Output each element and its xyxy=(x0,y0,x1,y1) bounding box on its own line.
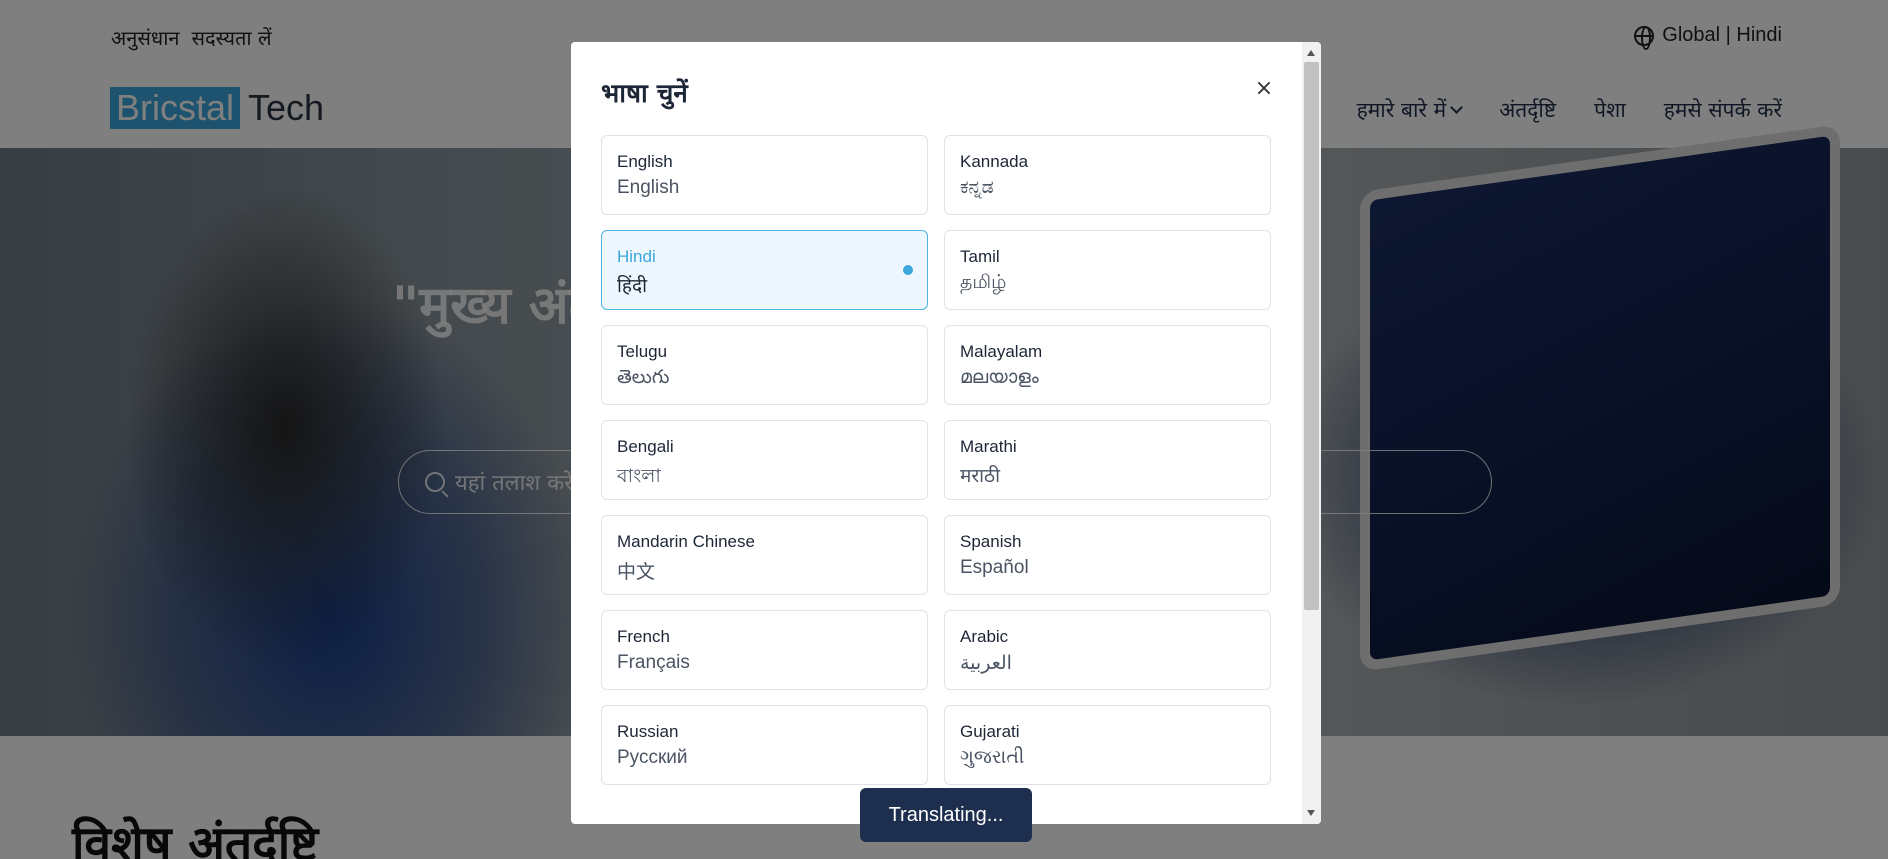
language-native-name: தமிழ் xyxy=(960,272,1007,293)
language-native-name: Français xyxy=(617,652,690,673)
language-grid: English English Kannada ಕನ್ನಡ Hindi हिंदी Tami… xyxy=(601,135,1272,785)
language-option-malayalam[interactable]: Malayalam മലയാളം xyxy=(944,325,1271,405)
language-option-english[interactable]: English English xyxy=(601,135,928,215)
selected-indicator-icon xyxy=(903,265,913,275)
language-native-name: ಕನ್ನಡ xyxy=(960,177,994,198)
language-option-bengali[interactable]: Bengali বাংলা xyxy=(601,420,928,500)
language-option-arabic[interactable]: Arabic العربية xyxy=(944,610,1271,690)
language-name: Marathi xyxy=(960,437,1017,456)
language-option-telugu[interactable]: Telugu తెలుగు xyxy=(601,325,928,405)
scroll-up-icon[interactable] xyxy=(1307,50,1315,56)
language-name: Mandarin Chinese xyxy=(617,532,755,551)
language-name: Hindi xyxy=(617,247,656,266)
language-name: Telugu xyxy=(617,342,668,361)
language-native-name: Español xyxy=(960,557,1029,578)
page: अनुसंधान सदस्यता लें Global | Hindi Bric… xyxy=(0,0,1888,859)
modal-title: भाषा चुनें xyxy=(601,79,688,109)
language-option-hindi[interactable]: Hindi हिंदी xyxy=(601,230,928,310)
language-option-french[interactable]: French Français xyxy=(601,610,928,690)
language-native-name: മലയാളം xyxy=(960,367,1039,388)
scroll-down-icon[interactable] xyxy=(1307,810,1315,816)
language-option-mandarin-chinese[interactable]: Mandarin Chinese 中文 xyxy=(601,515,928,595)
language-native-name: English xyxy=(617,177,680,198)
language-name: Malayalam xyxy=(960,342,1043,361)
language-name: Tamil xyxy=(960,247,1000,266)
language-native-name: తెలుగు xyxy=(617,367,670,388)
language-name: Spanish xyxy=(960,532,1022,551)
language-option-russian[interactable]: Russian Русский xyxy=(601,705,928,785)
language-name: Arabic xyxy=(960,627,1009,646)
language-option-marathi[interactable]: Marathi मराठी xyxy=(944,420,1271,500)
language-name: Kannada xyxy=(960,152,1029,171)
language-native-name: हिंदी xyxy=(617,276,648,297)
translating-toast: Translating... xyxy=(860,788,1032,842)
language-option-tamil[interactable]: Tamil தமிழ் xyxy=(944,230,1271,310)
language-modal: भाषा चुनें × English English Kannada ಕನ್ನಡ H… xyxy=(571,42,1321,824)
language-native-name: 中文 xyxy=(617,562,656,583)
language-option-spanish[interactable]: Spanish Español xyxy=(944,515,1271,595)
language-name: Russian xyxy=(617,722,679,741)
language-name: Bengali xyxy=(617,437,674,456)
language-native-name: Русский xyxy=(617,747,688,768)
language-native-name: मराठी xyxy=(960,466,1001,487)
language-option-gujarati[interactable]: Gujarati ગુજરાતી xyxy=(944,705,1271,785)
language-name: Gujarati xyxy=(960,722,1020,741)
language-option-kannada[interactable]: Kannada ಕನ್ನಡ xyxy=(944,135,1271,215)
modal-scrollbar[interactable] xyxy=(1302,42,1321,824)
language-name: French xyxy=(617,627,670,646)
language-name: English xyxy=(617,152,673,171)
close-button[interactable]: × xyxy=(1249,74,1279,104)
language-native-name: ગુજરાતી xyxy=(960,747,1025,768)
scroll-thumb[interactable] xyxy=(1304,62,1319,610)
language-native-name: العربية xyxy=(960,653,1012,674)
language-native-name: বাংলা xyxy=(617,466,661,487)
